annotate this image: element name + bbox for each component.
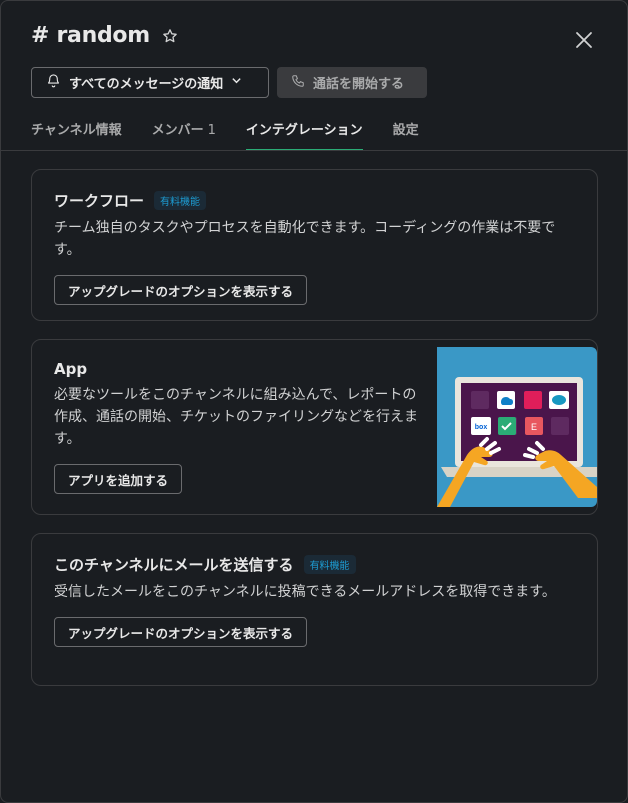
channel-title[interactable]: # random (31, 23, 150, 48)
add-app-button[interactable]: アプリを追加する (54, 464, 183, 494)
workflow-card: ワークフロー 有料機能 チーム独自のタスクやプロセスを自動化できます。コーディン… (31, 169, 598, 321)
tab-settings[interactable]: 設定 (393, 119, 419, 151)
channel-title-row: # random (31, 23, 178, 48)
app-title: App (54, 360, 88, 378)
tab-label: メンバー (151, 123, 204, 138)
notification-settings-label: すべてのメッセージの通知 (69, 77, 224, 92)
workflow-title: ワークフロー (54, 192, 145, 210)
phone-icon (291, 74, 305, 92)
channel-details-modal: # random すべてのメッセージの通知 通話を開始する チャンネル情報 メン… (0, 0, 628, 803)
header-buttons: すべてのメッセージの通知 通話を開始する (31, 67, 427, 98)
tab-members[interactable]: メンバー 1 (152, 119, 216, 151)
view-upgrade-options-button[interactable]: アップグレードのオプションを表示する (54, 617, 308, 647)
tab-label: インテグレーション (245, 123, 363, 138)
box-logo-text: box (475, 424, 488, 431)
tab-label: 設定 (392, 123, 419, 138)
email-card: このチャンネルにメールを送信する 有料機能 受信したメールをこのチャンネルに投稿… (31, 533, 598, 686)
tab-channel-info[interactable]: チャンネル情報 (31, 119, 122, 151)
chevron-down-icon (231, 75, 242, 90)
star-icon[interactable] (162, 28, 178, 44)
tab-label: チャンネル情報 (31, 123, 122, 138)
notification-settings-button[interactable]: すべてのメッセージの通知 (31, 67, 269, 98)
workflow-title-row: ワークフロー 有料機能 (54, 190, 575, 211)
close-icon[interactable] (575, 31, 593, 49)
workflow-description: チーム独自のタスクやプロセスを自動化できます。コーディングの作業は不要です。 (54, 220, 556, 258)
app-card-text: App 必要なツールをこのチャンネルに組み込んで、レポートの作成、通話の開始、チ… (54, 360, 419, 494)
email-description: 受信したメールをこのチャンネルに投稿できるメールアドレスを取得できます。 (54, 584, 556, 600)
email-title-row: このチャンネルにメールを送信する 有料機能 (54, 554, 575, 575)
app-card: App 必要なツールをこのチャンネルに組み込んで、レポートの作成、通話の開始、チ… (31, 339, 598, 515)
tab-integrations[interactable]: インテグレーション (245, 119, 363, 151)
bell-icon (46, 73, 61, 92)
paid-feature-badge: 有料機能 (154, 191, 207, 210)
email-title: このチャンネルにメールを送信する (54, 556, 294, 574)
e-logo-text: E (531, 422, 537, 432)
paid-feature-badge: 有料機能 (303, 555, 356, 574)
app-description: 必要なツールをこのチャンネルに組み込んで、レポートの作成、通話の開始、チケットの… (54, 387, 418, 447)
tab-divider (1, 150, 627, 151)
view-upgrade-options-button[interactable]: アップグレードのオプションを表示する (54, 275, 308, 305)
tab-bar: チャンネル情報 メンバー 1 インテグレーション 設定 (31, 119, 449, 151)
start-call-button[interactable]: 通話を開始する (277, 67, 427, 98)
start-call-label: 通話を開始する (313, 77, 405, 92)
apps-illustration: box E (437, 347, 597, 507)
member-count: 1 (207, 123, 216, 138)
